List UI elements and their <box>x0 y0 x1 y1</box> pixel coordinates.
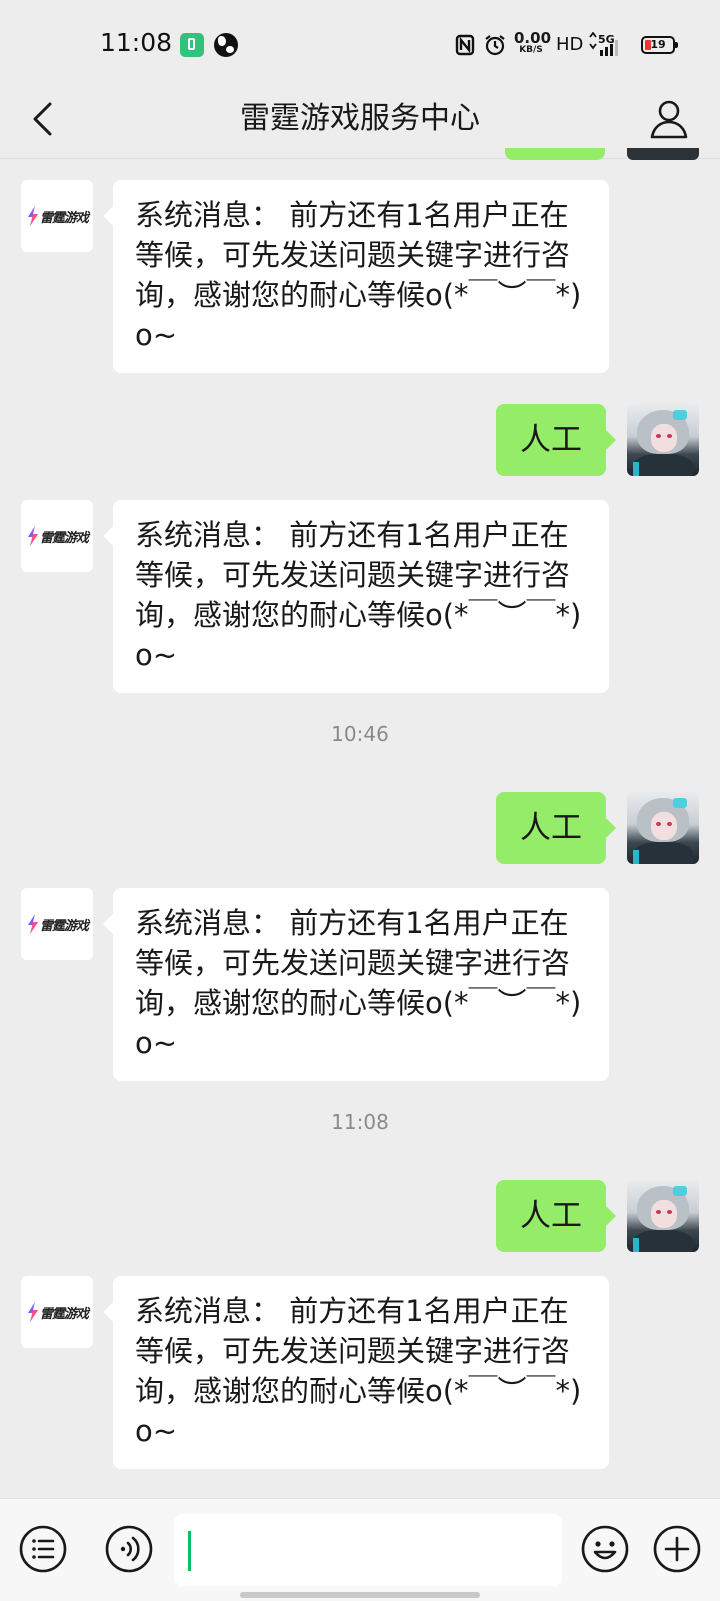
avatar-face <box>651 812 677 840</box>
nfc-icon <box>455 34 475 56</box>
lightning-logo-icon <box>28 206 38 226</box>
avatar-eye <box>656 1210 661 1214</box>
globe-icon <box>214 33 238 57</box>
bot-logo-text: 雷霆游戏 <box>40 211 89 226</box>
incoming-bubble[interactable]: 系统消息： 前方还有1名用户正在等候，可先发送问题关键字进行咨询，感谢您的耐心等… <box>103 180 609 373</box>
bot-avatar[interactable]: 雷霆游戏 <box>21 500 93 572</box>
network-speed-value: 0.00 <box>514 29 552 47</box>
avatar-accent <box>633 850 639 864</box>
person-icon[interactable] <box>644 94 694 144</box>
avatar-accent <box>633 462 639 476</box>
avatar-coat <box>633 842 693 864</box>
bot-avatar[interactable]: 雷霆游戏 <box>21 1276 93 1348</box>
bot-logo-text: 雷霆游戏 <box>40 1307 89 1322</box>
chat-area: 雷霆游戏 系统消息： 前方还有1名用户正在等候，可先发送问题关键字进行咨询，感谢… <box>0 148 720 1498</box>
avatar-coat <box>633 454 693 476</box>
plus-icon[interactable] <box>652 1524 702 1574</box>
avatar-face <box>651 1200 677 1228</box>
avatar-eye <box>667 434 672 438</box>
avatar-bow <box>673 798 687 808</box>
nav-bar: 雷霆游戏服务中心 <box>0 80 720 159</box>
signal-icon: 5G <box>589 32 618 56</box>
bot-logo-text: 雷霆游戏 <box>40 919 89 934</box>
outgoing-bubble[interactable]: 人工 <box>496 792 616 864</box>
incoming-bubble[interactable]: 系统消息： 前方还有1名用户正在等候，可先发送问题关键字进行咨询，感谢您的耐心等… <box>103 1276 609 1469</box>
bot-avatar[interactable]: 雷霆游戏 <box>21 888 93 960</box>
lightning-logo-icon <box>28 914 38 934</box>
avatar-bow <box>673 410 687 420</box>
network-speed: 0.00 KB/S <box>514 29 552 55</box>
battery-level: 19 <box>650 38 666 51</box>
lightning-logo-icon <box>28 526 38 546</box>
avatar-bow <box>673 1186 687 1196</box>
bot-logo-text: 雷霆游戏 <box>40 531 89 546</box>
outgoing-bubble[interactable]: 人工 <box>496 404 616 476</box>
avatar-coat <box>633 1230 693 1252</box>
timestamp: 10:46 <box>331 722 389 746</box>
text-cursor <box>188 1531 191 1571</box>
message-input[interactable] <box>174 1514 562 1586</box>
previous-outgoing-bubble-edge <box>505 148 605 160</box>
menu-list-icon[interactable] <box>18 1524 68 1574</box>
incoming-bubble[interactable]: 系统消息： 前方还有1名用户正在等候，可先发送问题关键字进行咨询，感谢您的耐心等… <box>103 888 609 1081</box>
battery-icon: 19 <box>641 36 678 54</box>
hd-label: HD <box>556 34 584 55</box>
home-indicator <box>240 1592 480 1598</box>
user-avatar[interactable] <box>627 1180 699 1252</box>
timestamp: 11:08 <box>331 1110 389 1134</box>
alarm-icon <box>485 35 505 56</box>
previous-user-avatar-edge <box>627 148 699 160</box>
incoming-bubble[interactable]: 系统消息： 前方还有1名用户正在等候，可先发送问题关键字进行咨询，感谢您的耐心等… <box>103 500 609 693</box>
voice-icon[interactable] <box>104 1524 154 1574</box>
network-speed-unit: KB/S <box>519 45 543 55</box>
battery-saver-icon <box>180 33 204 57</box>
bot-avatar[interactable]: 雷霆游戏 <box>21 180 93 252</box>
emoji-icon[interactable] <box>580 1524 630 1574</box>
outgoing-bubble[interactable]: 人工 <box>496 1180 616 1252</box>
avatar-eye <box>667 1210 672 1214</box>
avatar-accent <box>633 1238 639 1252</box>
avatar-eye <box>656 822 661 826</box>
avatar-eye <box>656 434 661 438</box>
status-bar: 11:08 0.00 KB/S HD 5G 19 <box>0 0 720 80</box>
input-bar <box>0 1498 720 1601</box>
avatar-face <box>651 424 677 452</box>
page-title: 雷霆游戏服务中心 <box>240 101 480 136</box>
lightning-logo-icon <box>28 1302 38 1322</box>
user-avatar[interactable] <box>627 404 699 476</box>
user-avatar[interactable] <box>627 792 699 864</box>
status-time: 11:08 <box>100 28 173 57</box>
avatar-eye <box>667 822 672 826</box>
